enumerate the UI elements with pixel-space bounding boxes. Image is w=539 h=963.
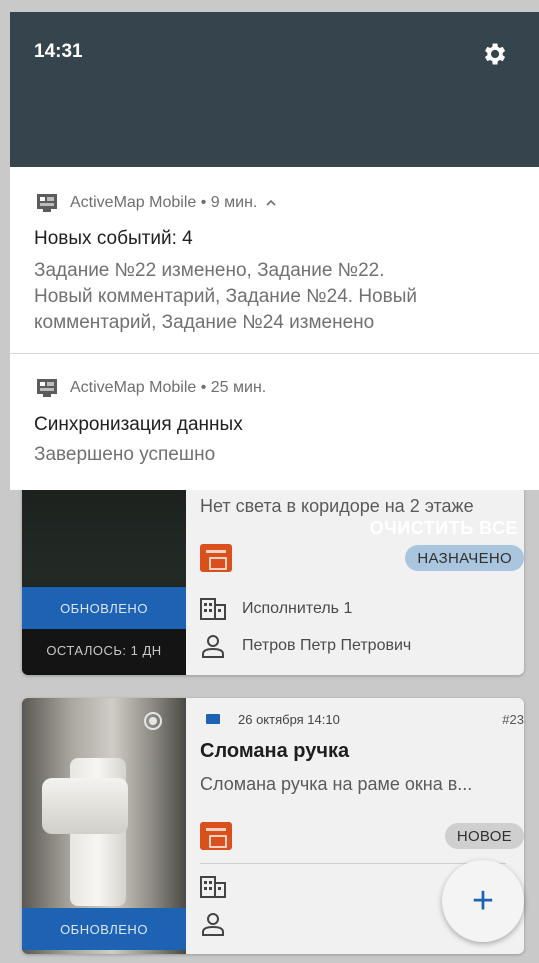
task-title: Сломана ручка	[200, 740, 350, 762]
app-icon	[37, 379, 57, 397]
status-chip: НАЗНАЧЕНО	[405, 545, 524, 571]
notification-item[interactable]: ActiveMap Mobile • 9 мин. Новых событий:…	[10, 167, 539, 353]
mail-icon	[206, 714, 220, 724]
selection-indicator[interactable]	[144, 712, 162, 730]
updated-band: ОБНОВЛЕНО	[22, 587, 186, 629]
app-name: ActiveMap Mobile	[70, 379, 197, 396]
task-description: Сломана ручка на раме окна в...	[200, 774, 473, 794]
notification-body: Новый комментарий, Задание №24. Новый	[34, 286, 417, 307]
task-card-body: Нет света в коридоре на 2 этаже НАЗНАЧЕН…	[200, 470, 524, 675]
notification-header: ActiveMap Mobile • 9 мин.	[70, 194, 276, 212]
app-icon	[37, 194, 57, 212]
notification-panel: ActiveMap Mobile • 9 мин. Новых событий:…	[10, 167, 539, 490]
notification-time: • 9 мин.	[200, 194, 258, 211]
executor-name: Исполнитель 1	[242, 600, 353, 617]
add-task-button[interactable]: +	[442, 860, 524, 942]
notification-item[interactable]: ActiveMap Mobile • 25 мин. Синхронизация…	[10, 354, 539, 490]
person-icon	[202, 913, 224, 936]
task-description: Нет света в коридоре на 2 этаже	[200, 496, 474, 516]
app-name: ActiveMap Mobile	[70, 194, 197, 211]
notification-time: • 25 мин.	[200, 379, 267, 396]
building-icon	[200, 598, 226, 620]
status-time: 14:31	[34, 41, 83, 62]
task-type-icon	[200, 544, 232, 572]
person-name: Петров Петр Петрович	[242, 637, 412, 654]
task-date: 26 октября 14:10	[238, 712, 340, 727]
gear-icon[interactable]	[480, 40, 508, 68]
notification-body: Задание №22 изменено, Задание №22.	[34, 260, 385, 281]
notification-title: Новых событий: 4	[34, 228, 193, 249]
notification-body: Завершено успешно	[34, 444, 216, 465]
person-icon	[202, 635, 224, 658]
divider	[200, 863, 506, 864]
task-type-icon	[200, 822, 232, 850]
notification-body: комментарий, Задание №24 изменено	[34, 312, 375, 333]
task-card[interactable]: ОБНОВЛЕНО ОСТАЛОСЬ: 1 ДН Нет света в кор…	[22, 470, 524, 675]
building-icon	[200, 876, 226, 898]
remaining-band: ОСТАЛОСЬ: 1 ДН	[22, 629, 186, 671]
notification-title: Синхронизация данных	[34, 414, 243, 435]
quick-settings-header: 14:31	[10, 12, 539, 167]
notification-header: ActiveMap Mobile • 25 мин.	[70, 379, 266, 397]
status-chip: НОВОЕ	[444, 823, 524, 849]
chevron-up-icon[interactable]	[266, 194, 276, 212]
updated-band: ОБНОВЛЕНО	[22, 908, 186, 950]
task-number: #23	[502, 712, 524, 727]
photo-detail	[42, 778, 128, 834]
clear-all-button[interactable]: ОЧИСТИТЬ ВСЕ	[370, 518, 518, 539]
